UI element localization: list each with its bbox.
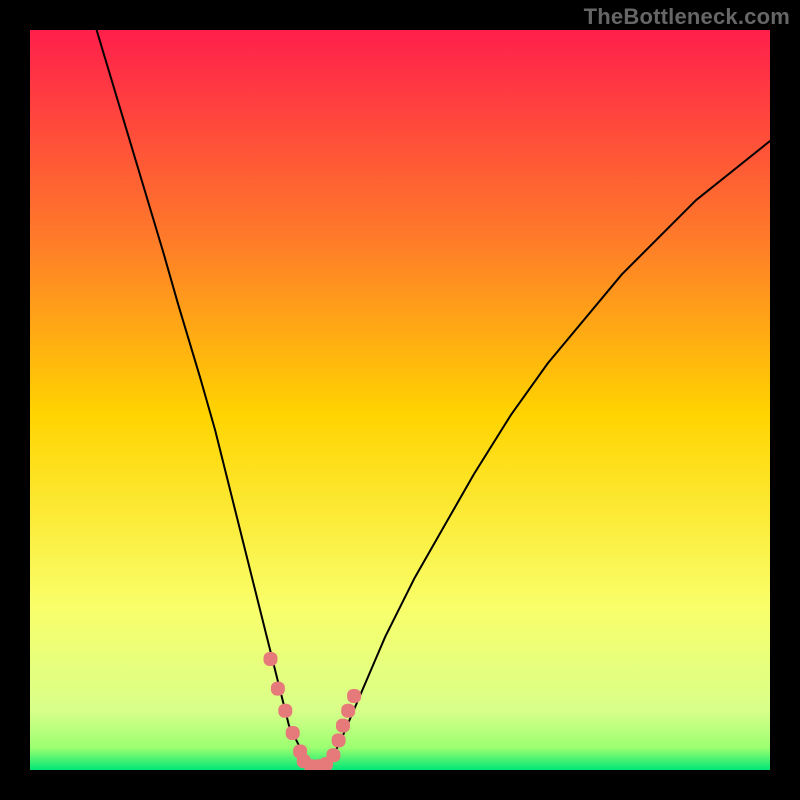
marker-point — [341, 704, 355, 718]
marker-point — [278, 704, 292, 718]
marker-point — [332, 733, 346, 747]
marker-point — [264, 652, 278, 666]
watermark-text: TheBottleneck.com — [584, 4, 790, 30]
marker-point — [326, 748, 340, 762]
marker-point — [271, 682, 285, 696]
chart-svg — [30, 30, 770, 770]
marker-point — [336, 719, 350, 733]
chart-frame: TheBottleneck.com — [0, 0, 800, 800]
marker-point — [347, 689, 361, 703]
plot-background — [30, 30, 770, 770]
plot-area — [30, 30, 770, 770]
marker-point — [286, 726, 300, 740]
